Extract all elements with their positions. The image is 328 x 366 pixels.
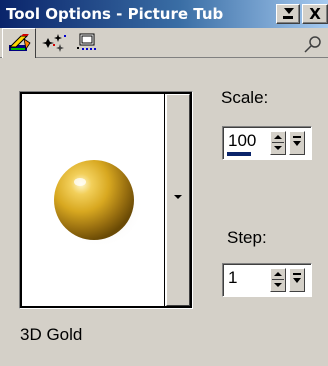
- scale-stepper[interactable]: 100: [222, 126, 312, 160]
- menu-arrow-icon: [293, 278, 301, 283]
- brush-tool-icon: [8, 34, 31, 51]
- options-content: 3D Gold Scale: 100 Step: 1: [0, 58, 328, 366]
- tab-sparkle[interactable]: [38, 28, 70, 57]
- window-title: Tool Options - Picture Tub: [6, 5, 224, 23]
- scale-level-bar: [227, 152, 251, 156]
- tube-image-box[interactable]: [22, 94, 165, 306]
- tube-dropdown-button[interactable]: [166, 94, 190, 306]
- tube-preview: [19, 91, 193, 309]
- close-button[interactable]: X: [302, 4, 328, 24]
- menu-bar-icon: [293, 136, 301, 138]
- step-spin-button[interactable]: [270, 268, 286, 292]
- step-menu-button[interactable]: [289, 268, 305, 292]
- menu-arrow-icon: [293, 141, 301, 146]
- pin-icon[interactable]: [300, 34, 324, 54]
- minimize-menu-icon: [284, 8, 294, 14]
- gold-sphere-image: [54, 160, 144, 248]
- title-bar[interactable]: Tool Options - Picture Tub X: [0, 0, 328, 28]
- minimize-button[interactable]: [276, 4, 300, 24]
- tube-preview-inner: [22, 94, 190, 306]
- scale-label: Scale:: [221, 88, 269, 107]
- tool-options-panel: Tool Options - Picture Tub X 3D Gold Sca…: [0, 0, 328, 366]
- tab-brush[interactable]: [2, 28, 36, 58]
- chevron-down-icon: [174, 195, 182, 199]
- minimize-bar-icon: [283, 16, 293, 19]
- spin-divider: [272, 279, 284, 280]
- tab-tube-settings[interactable]: [70, 28, 102, 57]
- step-label: Step:: [227, 228, 267, 247]
- tube-name-label: 3D Gold: [20, 325, 83, 344]
- spin-down-icon[interactable]: [274, 146, 282, 150]
- tube-settings-icon: [77, 33, 96, 50]
- menu-bar-icon: [293, 273, 301, 275]
- step-value[interactable]: 1: [228, 268, 237, 288]
- spin-up-icon[interactable]: [274, 272, 282, 276]
- tool-tabs: [0, 28, 328, 58]
- spin-divider: [272, 142, 284, 143]
- sparkle-options-icon: [42, 34, 66, 52]
- spin-up-icon[interactable]: [274, 135, 282, 139]
- step-stepper[interactable]: 1: [222, 263, 312, 297]
- spin-down-icon[interactable]: [274, 283, 282, 287]
- scale-spin-button[interactable]: [270, 131, 286, 155]
- scale-menu-button[interactable]: [289, 131, 305, 155]
- scale-value[interactable]: 100: [228, 131, 256, 151]
- close-icon: X: [309, 5, 321, 23]
